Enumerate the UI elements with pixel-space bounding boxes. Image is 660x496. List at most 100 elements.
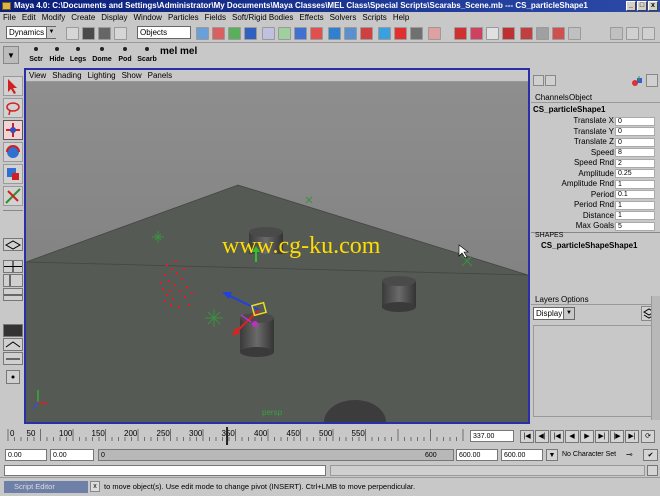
- outliner-icon[interactable]: [502, 27, 515, 40]
- playback-end-field[interactable]: 600.00: [456, 449, 498, 461]
- menu-fields[interactable]: Fields: [202, 13, 229, 22]
- shelf-button-sctr[interactable]: Sctr: [26, 44, 46, 66]
- channel-value[interactable]: 2: [615, 158, 655, 168]
- trax-editor-icon[interactable]: [536, 27, 549, 40]
- render-view-icon[interactable]: [378, 27, 391, 40]
- input-list-icon[interactable]: [344, 27, 357, 40]
- viewport-menu-view[interactable]: View: [26, 71, 49, 80]
- shelf-menu-icon[interactable]: ▼: [3, 46, 19, 64]
- maximize-button[interactable]: □: [637, 1, 647, 11]
- viewport-scene[interactable]: persp www.cg-ku.com: [26, 82, 528, 422]
- layer-editor-toggle-icon[interactable]: [642, 27, 655, 40]
- channel-row[interactable]: Amplitude 0.25: [531, 169, 660, 180]
- channel-row[interactable]: Speed 8: [531, 148, 660, 159]
- channel-row[interactable]: Amplitude Rnd 1: [531, 179, 660, 190]
- viewport-menu-panels[interactable]: Panels: [145, 71, 175, 80]
- channel-settings-icon[interactable]: [545, 75, 556, 86]
- menu-soft-rigid-bodies[interactable]: Soft/Rigid Bodies: [229, 13, 296, 22]
- shelf-button-legs[interactable]: Legs: [68, 44, 88, 66]
- step-forward-frame-icon[interactable]: ▶|: [595, 430, 609, 443]
- lasso-tool-icon[interactable]: [3, 98, 23, 118]
- menu-solvers[interactable]: Solvers: [327, 13, 360, 22]
- tool-settings-icon[interactable]: [626, 27, 639, 40]
- tab-layers[interactable]: Layers: [535, 294, 559, 305]
- shelf-mel-button-1[interactable]: mel: [160, 46, 178, 57]
- shape-node-name[interactable]: CS_particleShapeShape1: [541, 241, 659, 251]
- channel-box-toggle-icon[interactable]: [610, 27, 623, 40]
- step-back-key-icon[interactable]: ◀|: [535, 430, 549, 443]
- taskbar-close-icon[interactable]: x: [90, 481, 100, 492]
- play-forwards-icon[interactable]: ▶: [580, 430, 594, 443]
- channel-value[interactable]: 0.1: [615, 190, 655, 199]
- menu-scripts[interactable]: Scripts: [359, 13, 389, 22]
- snap-grid-icon[interactable]: [262, 27, 275, 40]
- loop-icon[interactable]: ⟳: [641, 430, 655, 443]
- menu-help[interactable]: Help: [390, 13, 412, 22]
- persp-outliner-layout-icon[interactable]: [3, 274, 23, 287]
- open-scene-icon[interactable]: [82, 27, 95, 40]
- channel-row[interactable]: Translate X0: [531, 116, 660, 127]
- new-scene-icon[interactable]: [66, 27, 79, 40]
- tab-object[interactable]: Object: [569, 92, 592, 103]
- range-slider[interactable]: 0 600: [98, 449, 454, 461]
- layer-scrollbar[interactable]: [651, 296, 660, 420]
- snap-plane-icon[interactable]: [310, 27, 323, 40]
- script-editor-icon[interactable]: [647, 465, 658, 476]
- menu-create[interactable]: Create: [68, 13, 98, 22]
- manipulator-tool-icon[interactable]: [3, 186, 23, 206]
- range-arrow-icon[interactable]: ▼: [546, 449, 558, 461]
- shelf-button-pod[interactable]: Pod: [116, 44, 134, 66]
- toolbox-scroll-icon[interactable]: [6, 370, 20, 384]
- tab-options[interactable]: Options: [561, 294, 589, 305]
- channel-row[interactable]: Distance 1: [531, 211, 660, 222]
- menu-edit[interactable]: Edit: [19, 13, 39, 22]
- selection-mask-field[interactable]: Objects: [137, 26, 191, 39]
- single-view-layout-icon[interactable]: [3, 238, 23, 251]
- channel-value[interactable]: 1: [615, 200, 655, 210]
- menu-particles[interactable]: Particles: [165, 13, 202, 22]
- go-to-end-icon[interactable]: ▶|: [625, 430, 639, 443]
- current-time-marker[interactable]: [226, 427, 229, 445]
- playback-start-field[interactable]: 0.00: [50, 449, 94, 461]
- render-icon[interactable]: [394, 27, 407, 40]
- character-set-label[interactable]: No Character Set: [562, 449, 622, 461]
- dynamics-mask-icon[interactable]: [244, 27, 257, 40]
- particle-mask-icon[interactable]: [212, 27, 225, 40]
- channel-row[interactable]: Max Goals 5: [531, 221, 660, 232]
- channel-value[interactable]: 0.25: [615, 169, 655, 178]
- deformer-mask-icon[interactable]: [228, 27, 241, 40]
- hypergraph-icon[interactable]: [454, 27, 467, 40]
- time-ruler[interactable]: 0 50 100 150 200 250 300 350 400 450 500 550: [0, 425, 470, 447]
- channel-row[interactable]: Period Rnd 1: [531, 200, 660, 211]
- mode-dropdown-icon[interactable]: ▼: [46, 27, 56, 38]
- channel-row[interactable]: Speed Rnd 2: [531, 158, 660, 169]
- scale-tool-icon[interactable]: [3, 164, 23, 184]
- play-backwards-icon[interactable]: ◀: [565, 430, 579, 443]
- snap-curve-icon[interactable]: [278, 27, 291, 40]
- move-tool-icon[interactable]: [3, 120, 23, 140]
- persp-graph-layout-icon[interactable]: [3, 288, 23, 301]
- history-icon[interactable]: [328, 27, 341, 40]
- channelbox-layer-icon[interactable]: [646, 74, 658, 87]
- persp-hypergraph-layout-icon[interactable]: [3, 352, 23, 365]
- perspective-viewport[interactable]: View Shading Lighting Show Panels persp …: [24, 68, 530, 424]
- channel-row[interactable]: Period 0.1: [531, 190, 660, 201]
- output-list-icon[interactable]: [360, 27, 373, 40]
- step-back-frame-icon[interactable]: |◀: [550, 430, 564, 443]
- minimize-button[interactable]: _: [626, 1, 636, 11]
- select-mask-icon[interactable]: [196, 27, 209, 40]
- channel-value[interactable]: 1: [615, 179, 655, 189]
- dope-sheet-icon[interactable]: [520, 27, 533, 40]
- snap-point-icon[interactable]: [294, 27, 307, 40]
- graph-editor-icon[interactable]: [486, 27, 499, 40]
- viewport-menu-show[interactable]: Show: [119, 71, 145, 80]
- tab-channels[interactable]: Channels: [535, 92, 569, 103]
- script-editor-taskbar-button[interactable]: Script Editor: [4, 481, 88, 493]
- select-hierarchy-icon[interactable]: [114, 27, 127, 40]
- shelf-mel-button-2[interactable]: mel: [180, 46, 198, 57]
- channel-value[interactable]: 0: [615, 137, 655, 147]
- menu-file[interactable]: File: [0, 13, 19, 22]
- shelf-button-dome[interactable]: Dome: [89, 44, 115, 66]
- menu-display[interactable]: Display: [98, 13, 130, 22]
- preferences-icon[interactable]: ✔: [643, 449, 658, 461]
